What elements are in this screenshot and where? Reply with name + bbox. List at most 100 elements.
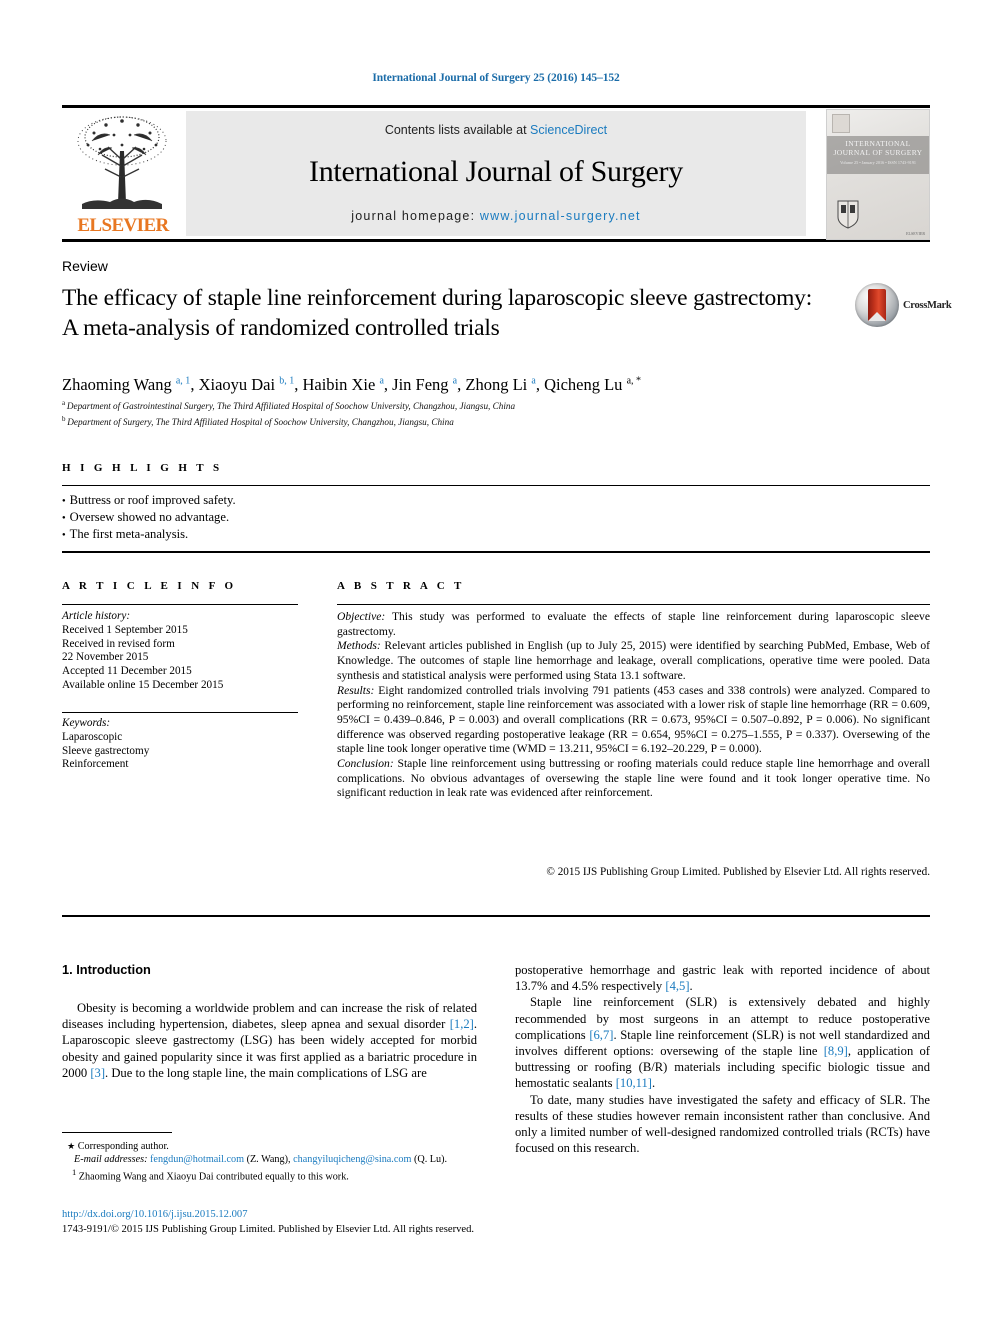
abstract-heading: A B S T R A C T bbox=[337, 580, 465, 592]
abstract-section: Conclusion: Staple line reinforcement us… bbox=[337, 757, 930, 801]
running-head: International Journal of Surgery 25 (201… bbox=[372, 72, 620, 84]
author-name: Xiaoyu Dai bbox=[198, 375, 280, 394]
citation-link[interactable]: [3] bbox=[90, 1066, 105, 1080]
body-text: postoperative hemorrhage and gastric lea… bbox=[515, 963, 930, 994]
author-affiliation-mark: a, * bbox=[626, 375, 642, 387]
body-text: To date, many studies have investigated … bbox=[515, 1092, 930, 1156]
abstract-section: Methods: Relevant articles published in … bbox=[337, 639, 930, 683]
journal-homepage-line: journal homepage: www.journal-surgery.ne… bbox=[186, 209, 806, 223]
paper-page: International Journal of Surgery 25 (201… bbox=[0, 0, 992, 1323]
header-block-rule bbox=[62, 915, 930, 917]
author-name: Qicheng Lu bbox=[544, 375, 627, 394]
email-label: E-mail addresses: bbox=[74, 1154, 151, 1166]
highlight-item: Oversew showed no advantage. bbox=[62, 509, 662, 526]
body-text: . Due to the long staple line, the main … bbox=[105, 1065, 427, 1080]
highlights-rule-bottom bbox=[62, 551, 930, 553]
highlight-item: The first meta-analysis. bbox=[62, 526, 662, 543]
highlights-rule-top bbox=[62, 485, 930, 486]
highlights-list: Buttress or roof improved safety.Oversew… bbox=[62, 492, 662, 543]
author-name: Haibin Xie bbox=[302, 375, 380, 394]
body-column-left: Obesity is becoming a worldwide problem … bbox=[62, 1000, 477, 1081]
equal-contribution-note: 1 Zhaoming Wang and Xiaoyu Dai contribut… bbox=[62, 1166, 482, 1184]
abstract-section-heading: Conclusion: bbox=[337, 757, 394, 771]
abstract-section-text: Relevant articles published in English (… bbox=[337, 639, 930, 682]
cover-title-line2: JOURNAL OF SURGERY bbox=[833, 148, 923, 157]
journal-homepage-link[interactable]: www.journal-surgery.net bbox=[480, 209, 641, 223]
corresponding-author-text: Corresponding author. bbox=[77, 1141, 169, 1152]
highlights-heading: H I G H L I G H T S bbox=[62, 462, 223, 474]
email-link-primary[interactable]: fengdun@hotmail.com bbox=[150, 1154, 244, 1165]
journal-masthead: ELSEVIER Contents lists available at Sci… bbox=[62, 105, 930, 242]
issn-copyright-line: 1743-9191/© 2015 IJS Publishing Group Li… bbox=[62, 1223, 475, 1235]
abstract-section: Objective: This study was performed to e… bbox=[337, 610, 930, 639]
footnote-rule bbox=[62, 1132, 172, 1133]
email-addresses-note: E-mail addresses: fengdun@hotmail.com (Z… bbox=[62, 1153, 482, 1166]
body-paragraph: To date, many studies have investigated … bbox=[515, 1092, 930, 1157]
abstract-rule bbox=[337, 604, 930, 605]
citation-link[interactable]: [8,9] bbox=[824, 1044, 848, 1058]
abstract-section-heading: Objective: bbox=[337, 610, 386, 623]
section-heading-introduction: 1. Introduction bbox=[62, 962, 151, 977]
highlight-item: Buttress or roof improved safety. bbox=[62, 492, 662, 509]
history-entry: Available online 15 December 2015 bbox=[62, 678, 224, 691]
affiliation-text: Department of Surgery, The Third Affilia… bbox=[67, 416, 454, 427]
cover-title-line1: INTERNATIONAL bbox=[845, 139, 911, 148]
keywords-block: Keywords: Laparoscopic Sleeve gastrectomy R… bbox=[62, 717, 302, 772]
citation-link[interactable]: [4,5] bbox=[665, 979, 689, 993]
elsevier-tree-icon bbox=[77, 116, 167, 209]
affiliation-list: a Department of Gastrointestinal Surgery… bbox=[62, 397, 862, 428]
keyword-item: Sleeve gastrectomy bbox=[62, 744, 150, 757]
abstract-section-text: Staple line reinforcement using buttress… bbox=[337, 757, 930, 800]
body-text: . bbox=[689, 979, 693, 994]
body-text: Obesity is becoming a worldwide problem … bbox=[62, 1001, 477, 1032]
citation-link[interactable]: [10,11] bbox=[616, 1076, 652, 1090]
corresponding-author-note: ★ Corresponding author. bbox=[67, 1141, 169, 1152]
body-paragraph: postoperative hemorrhage and gastric lea… bbox=[515, 962, 930, 994]
history-label: Article history: bbox=[62, 610, 131, 622]
abstract-section-heading: Methods: bbox=[337, 639, 381, 653]
article-info-rule bbox=[62, 604, 298, 605]
citation-link[interactable]: [6,7] bbox=[589, 1028, 613, 1042]
doi-link[interactable]: http://dx.doi.org/10.1016/j.ijsu.2015.12… bbox=[62, 1209, 248, 1220]
abstract-body: Objective: This study was performed to e… bbox=[337, 610, 930, 801]
crossmark-logo[interactable]: CrossMark bbox=[855, 283, 952, 333]
cover-crest-icon bbox=[837, 200, 859, 229]
abstract-copyright: © 2015 IJS Publishing Group Limited. Pub… bbox=[546, 866, 930, 878]
abstract-section: Results: Eight randomized controlled tri… bbox=[337, 684, 930, 758]
keywords-rule bbox=[62, 712, 298, 713]
elsevier-wordmark: ELSEVIER bbox=[77, 215, 169, 236]
citation-link[interactable]: [1,2] bbox=[450, 1017, 474, 1031]
homepage-prefix: journal homepage: bbox=[351, 209, 480, 223]
author-separator: , bbox=[383, 375, 393, 394]
journal-title: International Journal of Surgery bbox=[309, 155, 683, 188]
article-info-heading: A R T I C L E I N F O bbox=[62, 580, 237, 592]
body-column-right: postoperative hemorrhage and gastric lea… bbox=[515, 962, 930, 1156]
abstract-section-heading: Results: bbox=[337, 683, 375, 697]
body-paragraph: Staple line reinforcement (SLR) is exten… bbox=[515, 994, 930, 1091]
body-text: . bbox=[652, 1076, 656, 1091]
keyword-item: Laparoscopic bbox=[62, 730, 123, 743]
page-footer: http://dx.doi.org/10.1016/j.ijsu.2015.12… bbox=[62, 1208, 622, 1237]
email-owner-primary: (Z. Wang), bbox=[244, 1154, 294, 1166]
body-paragraph: Obesity is becoming a worldwide problem … bbox=[62, 1000, 477, 1081]
keywords-label: Keywords: bbox=[62, 717, 111, 729]
history-entry: Accepted 11 December 2015 bbox=[62, 665, 192, 678]
article-history: Article history: Received 1 September 201… bbox=[62, 610, 302, 693]
cover-footer-mark: ELSEVIER bbox=[906, 231, 925, 236]
affiliation-item: b Department of Surgery, The Third Affil… bbox=[62, 413, 862, 429]
history-entry: Received 1 September 2015 bbox=[62, 623, 188, 636]
abstract-section-text: This study was performed to evaluate the… bbox=[337, 610, 930, 638]
sciencedirect-link[interactable]: ScienceDirect bbox=[530, 123, 607, 137]
author-affiliation-mark: a, 1 bbox=[175, 375, 191, 387]
affiliation-item: a Department of Gastrointestinal Surgery… bbox=[62, 397, 862, 413]
email-owner-secondary: (Q. Lu). bbox=[411, 1154, 448, 1166]
history-entry: 22 November 2015 bbox=[62, 651, 149, 664]
cover-elsevier-mark bbox=[832, 114, 850, 133]
contents-line: Contents lists available at ScienceDirec… bbox=[186, 123, 806, 137]
page-title: The efficacy of staple line reinforcemen… bbox=[62, 285, 813, 341]
crossmark-badge-icon bbox=[855, 283, 899, 327]
affiliation-text: Department of Gastrointestinal Surgery, … bbox=[66, 401, 516, 412]
abstract-section-text: Eight randomized controlled trials invol… bbox=[337, 683, 930, 756]
keyword-item: Reinforcement bbox=[62, 758, 129, 771]
email-link-secondary[interactable]: changyiluqicheng@sina.com bbox=[293, 1154, 411, 1165]
